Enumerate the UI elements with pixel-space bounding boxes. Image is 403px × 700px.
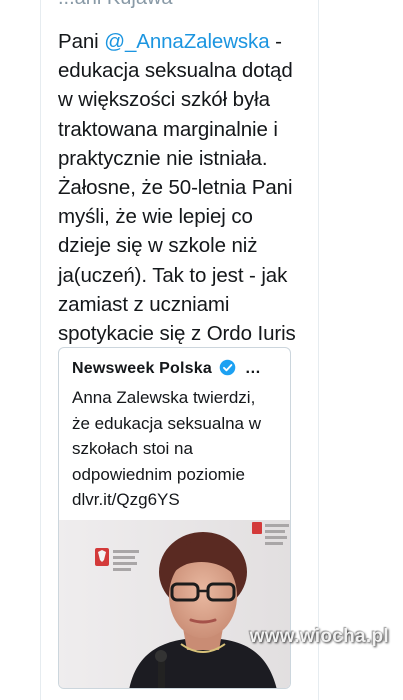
tweet-line: spotykacie się z Ordo Iuris xyxy=(58,322,296,346)
tweet-author-partial: ...ani Kujawa xyxy=(58,0,298,9)
tweet-text-segment: Pani xyxy=(58,30,105,53)
tweet-line: myśli, że wie lepiej co xyxy=(58,205,253,229)
tweet-line: dzieje się w szkole niż xyxy=(58,234,258,258)
tweet-line: Żałosne, że 50-letnia Pani xyxy=(58,176,293,200)
tweet-line: ja(uczeń). Tak to jest - jak xyxy=(58,263,288,287)
mention-link[interactable]: @_AnnaZalewska xyxy=(104,30,269,53)
tweet-text-segment: - xyxy=(269,30,282,53)
quoted-more-ellipsis: … xyxy=(244,360,261,377)
quoted-line: odpowiednim poziomie xyxy=(72,464,245,484)
quoted-tweet-text: Anna Zalewska twierdzi, że edukacja seks… xyxy=(72,385,287,513)
tweet-line: zamiast z uczniami xyxy=(58,292,230,316)
verified-badge-icon xyxy=(220,359,236,376)
tweet-line: Pani @_AnnaZalewska - xyxy=(58,27,303,56)
quoted-link[interactable]: dlvr.it/Qzg6YS xyxy=(72,487,287,513)
quoted-line: szkołach stoi na xyxy=(72,439,193,458)
quoted-tweet-photo[interactable] xyxy=(59,520,290,688)
quoted-author-name[interactable]: Newsweek Polska xyxy=(72,360,212,377)
tweet-line: edukacja seksualna dotąd xyxy=(58,59,293,83)
quoted-tweet-header: Newsweek Polska … xyxy=(72,359,287,379)
quoted-line: Anna Zalewska twierdzi, xyxy=(72,388,256,407)
portrait-image xyxy=(59,520,290,688)
tweet-line: w większości szkół była xyxy=(58,88,270,112)
tweet-line: praktycznie nie istniała. xyxy=(58,146,268,170)
tweet-line: traktowana marginalnie i xyxy=(58,117,278,141)
quoted-line: że edukacja seksualna w xyxy=(72,413,262,433)
watermark: www.wiocha.pl xyxy=(249,626,389,647)
tweet-text: Pani @_AnnaZalewska - edukacja seksualna… xyxy=(58,27,303,348)
